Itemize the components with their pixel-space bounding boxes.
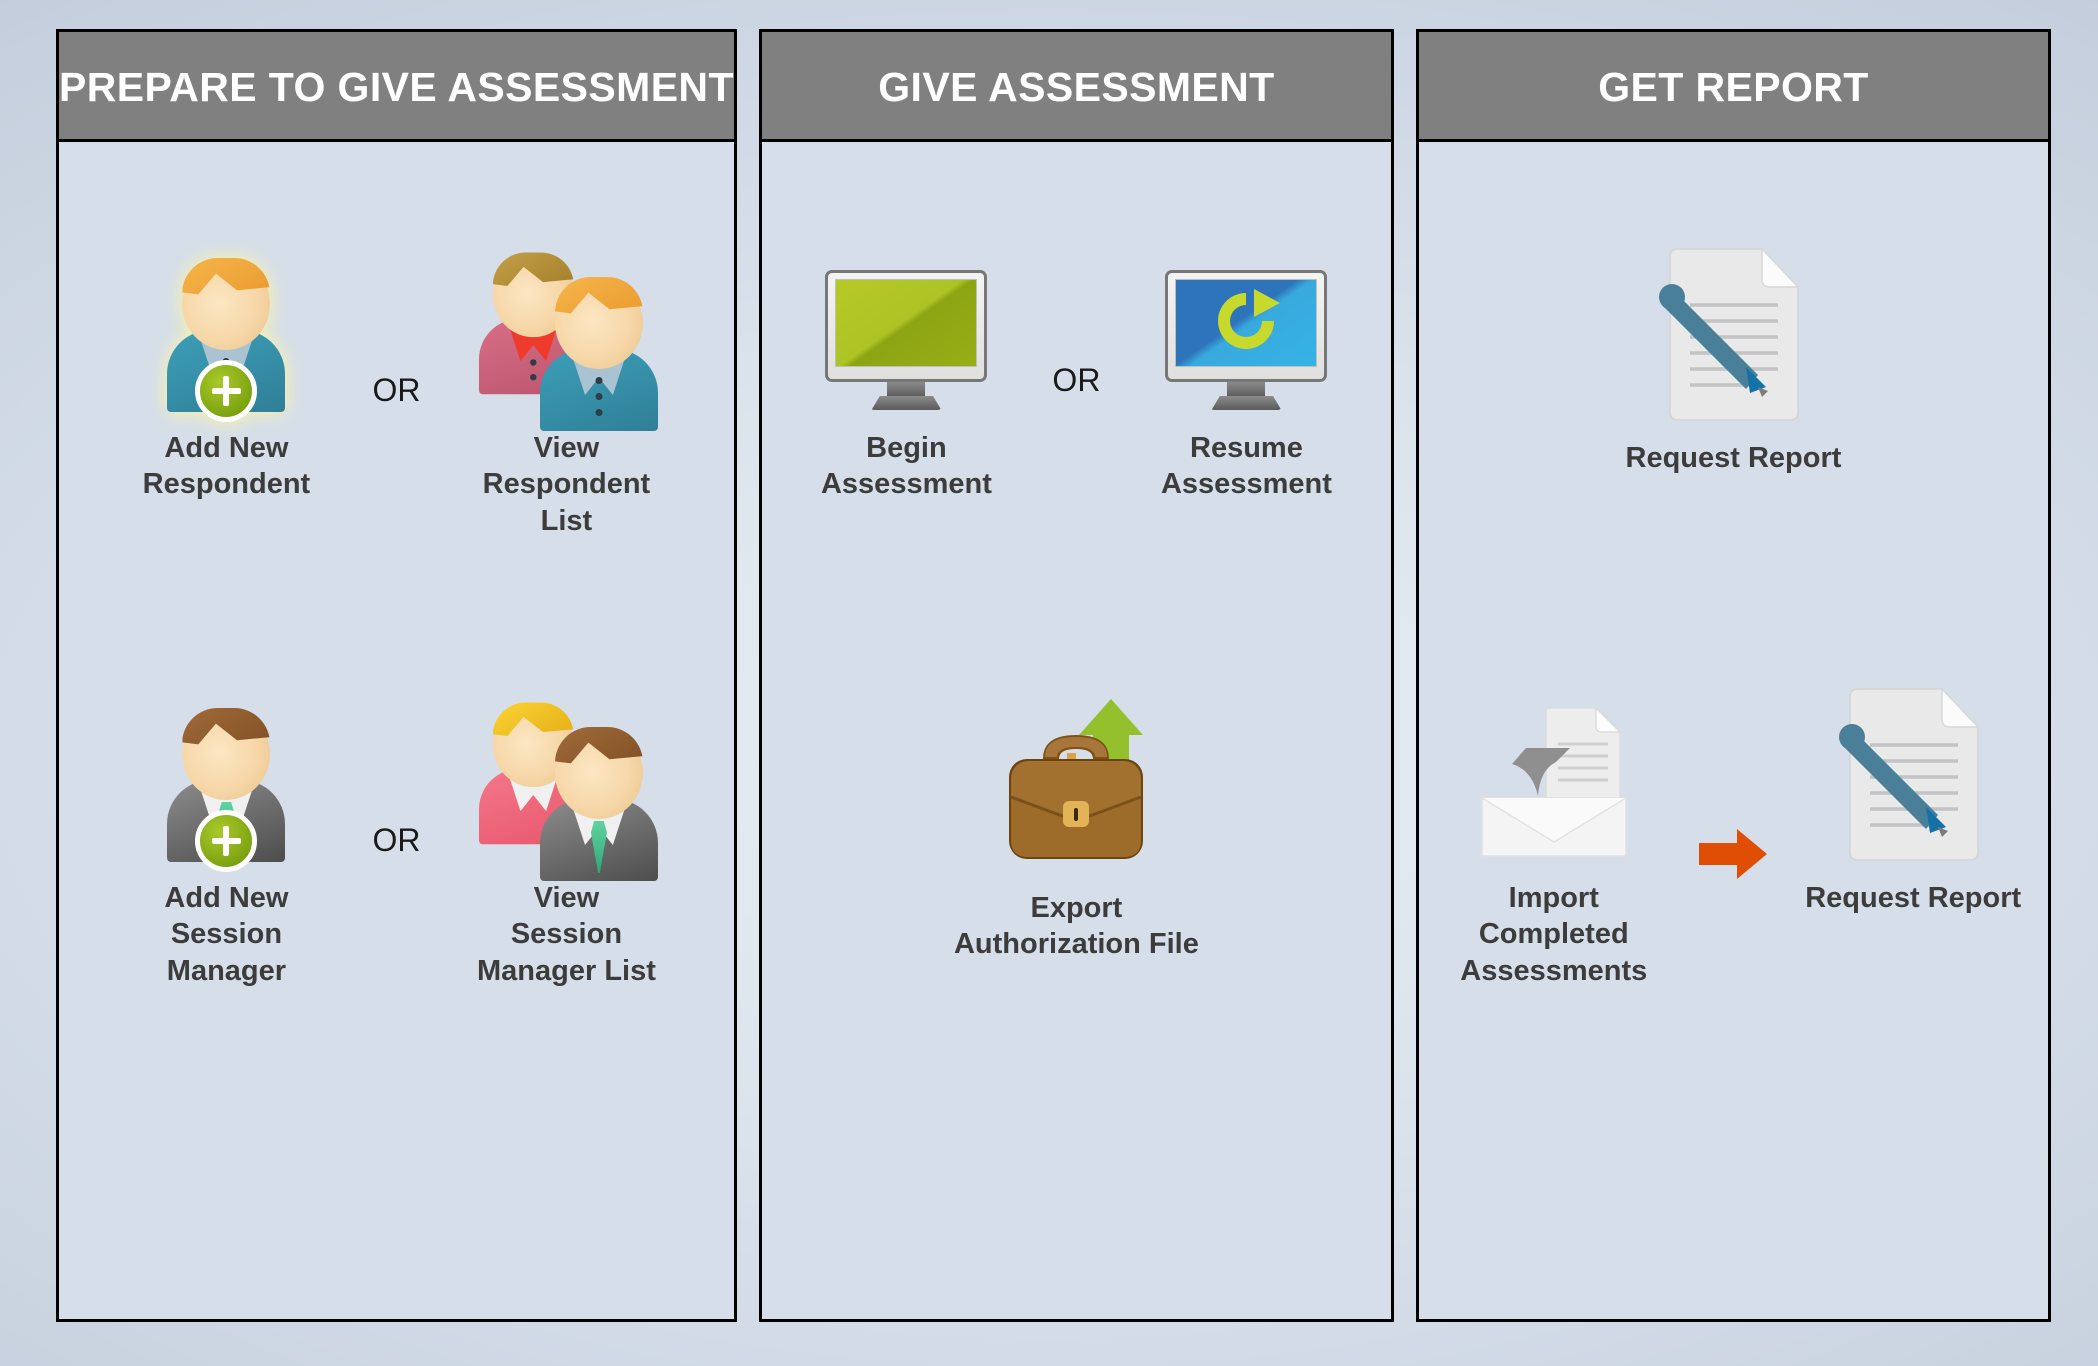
column-body-give: Begin Assessment OR Resume Assessment Ex… bbox=[762, 142, 1391, 1319]
plus-badge-icon bbox=[195, 360, 258, 422]
export-authorization-file-icon bbox=[1009, 699, 1144, 859]
icon-wrap bbox=[1658, 222, 1808, 422]
row-request-report: Request Report bbox=[1419, 222, 2048, 476]
action-view-respondent-list[interactable]: View Respondent List bbox=[431, 222, 701, 539]
action-label: Import Completed Assessments bbox=[1460, 882, 1648, 987]
action-label: Add New Respondent bbox=[142, 432, 311, 501]
row-export: Export Authorization File bbox=[762, 672, 1391, 963]
action-label: View Session Manager List bbox=[477, 882, 656, 987]
column-header-give: GIVE ASSESSMENT bbox=[761, 32, 1391, 142]
begin-assessment-icon bbox=[825, 270, 988, 412]
action-request-report-top[interactable]: Request Report bbox=[1598, 222, 1868, 476]
column-get-report: GET REPORT Request Report Import Complet… bbox=[1415, 29, 2052, 1322]
workflow-board: PREPARE TO GIVE ASSESSMENT Add New Respo… bbox=[0, 0, 2098, 1366]
action-label: Request Report bbox=[1625, 442, 1842, 474]
monitor-frame bbox=[825, 270, 988, 404]
separator-or: OR bbox=[372, 822, 421, 858]
plus-badge-icon bbox=[195, 810, 258, 872]
row-assessment-start: Begin Assessment OR Resume Assessment bbox=[762, 222, 1391, 503]
column-header-prepare: PREPARE TO GIVE ASSESSMENT bbox=[59, 32, 734, 142]
person-buttons bbox=[529, 351, 537, 389]
arrow-right-icon bbox=[1699, 829, 1768, 879]
action-label: Resume Assessment bbox=[1160, 432, 1332, 501]
row-respondent: Add New Respondent OR View Respondent Li… bbox=[59, 222, 734, 539]
person-buttons bbox=[595, 368, 603, 425]
row-import-and-request: Import Completed Assessments Request Rep… bbox=[1419, 672, 2048, 989]
action-add-new-respondent[interactable]: Add New Respondent bbox=[91, 222, 361, 503]
action-label: View Respondent List bbox=[482, 432, 651, 537]
action-label: Add New Session Manager bbox=[164, 882, 289, 987]
column-header-report: GET REPORT bbox=[1418, 32, 2049, 142]
icon-wrap bbox=[1165, 222, 1328, 412]
separator-or: OR bbox=[372, 372, 421, 408]
column-give-assessment: GIVE ASSESSMENT Begin Assessment OR Resu… bbox=[758, 29, 1394, 1322]
view-session-manager-list-icon bbox=[478, 697, 658, 881]
icon-wrap bbox=[981, 672, 1171, 872]
add-new-respondent-icon bbox=[167, 252, 286, 422]
person-front bbox=[539, 721, 658, 881]
column-body-prepare: Add New Respondent OR View Respondent Li… bbox=[59, 142, 734, 1319]
action-resume-assessment[interactable]: Resume Assessment bbox=[1111, 222, 1381, 503]
person-front bbox=[539, 271, 658, 431]
icon-wrap bbox=[167, 222, 286, 422]
action-label: Request Report bbox=[1805, 882, 2022, 914]
icon-wrap bbox=[825, 222, 988, 412]
request-report-icon bbox=[1659, 247, 1801, 421]
monitor-base bbox=[871, 396, 942, 410]
request-report-icon bbox=[1839, 687, 1980, 861]
refresh-arrow-icon bbox=[1218, 289, 1281, 349]
action-view-session-manager-list[interactable]: View Session Manager List bbox=[431, 672, 701, 989]
resume-assessment-icon bbox=[1165, 270, 1328, 412]
icon-wrap bbox=[1474, 672, 1634, 862]
import-completed-assessments-icon bbox=[1481, 706, 1627, 857]
monitor-screen bbox=[1175, 279, 1318, 367]
monitor-frame bbox=[1165, 270, 1328, 404]
monitor-screen bbox=[835, 279, 978, 367]
separator-or: OR bbox=[1052, 362, 1101, 398]
action-export-authorization-file[interactable]: Export Authorization File bbox=[941, 672, 1211, 963]
column-body-report: Request Report Import Completed Assessme… bbox=[1419, 142, 2048, 1319]
icon-wrap bbox=[1838, 672, 1988, 862]
action-add-new-session-manager[interactable]: Add New Session Manager bbox=[91, 672, 361, 989]
icon-wrap bbox=[478, 222, 658, 431]
flow-arrow bbox=[1689, 827, 1779, 881]
action-begin-assessment[interactable]: Begin Assessment bbox=[771, 222, 1041, 503]
action-label: Export Authorization File bbox=[953, 892, 1199, 961]
add-new-session-manager-icon bbox=[167, 702, 286, 872]
action-request-report-bottom[interactable]: Request Report bbox=[1778, 672, 2048, 916]
column-prepare-to-give-assessment: PREPARE TO GIVE ASSESSMENT Add New Respo… bbox=[56, 29, 737, 1322]
icon-wrap bbox=[167, 672, 286, 872]
action-import-completed-assessments[interactable]: Import Completed Assessments bbox=[1419, 672, 1689, 989]
view-respondent-list-icon bbox=[478, 247, 658, 431]
monitor-base bbox=[1211, 396, 1282, 410]
icon-wrap bbox=[478, 672, 658, 881]
action-label: Begin Assessment bbox=[820, 432, 992, 501]
row-session-manager: Add New Session Manager OR View Session … bbox=[59, 672, 734, 989]
